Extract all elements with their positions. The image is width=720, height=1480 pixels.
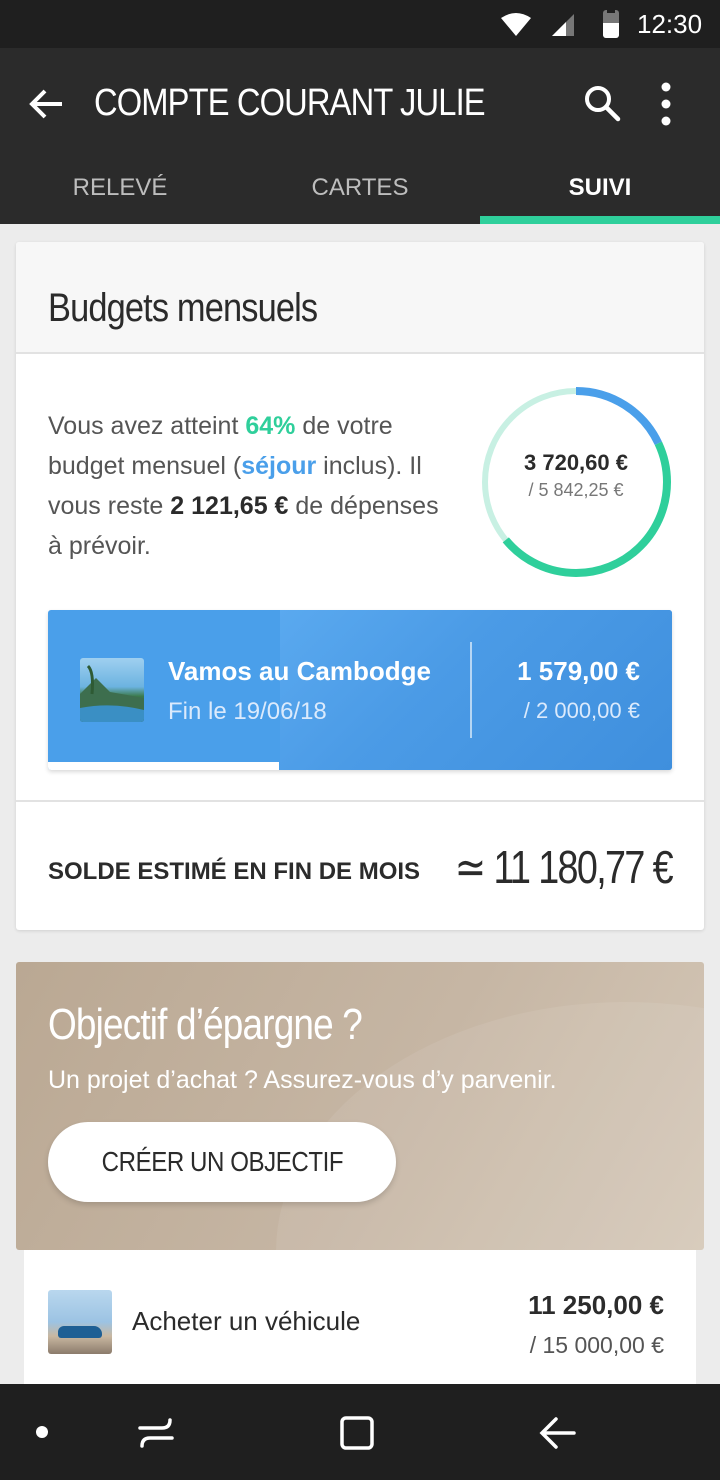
trip-background-image	[280, 610, 672, 770]
ring-label: 3 720,60 € / 5 842,25 €	[478, 450, 674, 501]
search-icon[interactable]	[583, 84, 621, 122]
category-link[interactable]: séjour	[241, 452, 316, 480]
create-goal-label: CRÉER UN OBJECTIF	[101, 1146, 343, 1177]
create-goal-button[interactable]: CRÉER UN OBJECTIF	[48, 1122, 396, 1202]
back-icon[interactable]	[538, 1414, 578, 1452]
trip-progress-bar	[48, 762, 672, 770]
trip-end-date: Fin le 19/06/18	[168, 698, 327, 725]
page-title: COMPTE COURANT JULIE	[94, 82, 486, 124]
savings-goal-promo: Objectif d’épargne ? Un projet d’achat ?…	[16, 962, 704, 1250]
clock: 12:30	[637, 9, 703, 39]
goal-target: / 15 000,00 €	[529, 1332, 664, 1358]
signal-icon	[552, 14, 574, 36]
trip-thumbnail	[80, 658, 144, 722]
tab-releve[interactable]: RELEVÉ	[0, 160, 240, 224]
goal-thumbnail	[48, 1290, 112, 1354]
app-bar: COMPTE COURANT JULIE RELEVÉ CARTES SUIVI	[0, 48, 720, 224]
status-bar: 12:30	[0, 0, 720, 48]
dot-icon[interactable]	[36, 1426, 48, 1438]
summary-text-1: Vous avez atteint	[48, 412, 246, 440]
tab-cartes[interactable]: CARTES	[240, 160, 480, 224]
estimated-balance-label: SOLDE ESTIMÉ EN FIN DE MOIS	[48, 858, 421, 885]
remaining-amount: 2 121,65 €	[170, 492, 289, 520]
trip-budget-banner[interactable]: Vamos au Cambodge Fin le 19/06/18 1 579,…	[48, 610, 672, 770]
budget-card: Budgets mensuels Vous avez atteint 64% d…	[16, 242, 704, 930]
budget-percent: 64%	[245, 412, 296, 440]
trip-divider	[470, 642, 472, 738]
goal-name: Acheter un véhicule	[132, 1306, 361, 1336]
recents-icon[interactable]	[136, 1414, 176, 1452]
budget-card-title: Budgets mensuels	[48, 286, 318, 330]
tab-bar: RELEVÉ CARTES SUIVI	[0, 160, 720, 224]
car-icon	[58, 1326, 102, 1338]
goal-list-item[interactable]: Acheter un véhicule 11 250,00 € / 15 000…	[24, 1250, 696, 1384]
more-vert-icon[interactable]	[656, 82, 676, 126]
promo-title: Objectif d’épargne ?	[48, 1000, 363, 1049]
divider	[16, 800, 704, 802]
trip-progress-fill	[48, 762, 279, 770]
goal-amount: 11 250,00 €	[528, 1290, 664, 1320]
battery-icon	[603, 10, 619, 38]
budget-summary: Vous avez atteint 64% de votre budget me…	[48, 406, 458, 566]
ring-total: / 5 842,25 €	[528, 480, 624, 500]
trip-cap: / 2 000,00 €	[523, 698, 640, 723]
system-nav-bar	[0, 1384, 720, 1480]
budget-card-header: Budgets mensuels	[16, 242, 704, 354]
estimated-balance-value: ≃ 11 180,77 €	[454, 841, 674, 893]
ring-spent: 3 720,60 €	[524, 450, 628, 475]
promo-subtitle: Un projet d’achat ? Assurez-vous d’y par…	[48, 1066, 557, 1094]
trip-name: Vamos au Cambodge	[168, 656, 431, 686]
home-square-icon[interactable]	[338, 1414, 376, 1452]
back-arrow-icon[interactable]	[28, 86, 64, 122]
trip-spent: 1 579,00 €	[517, 656, 640, 686]
tab-suivi[interactable]: SUIVI	[480, 160, 720, 224]
wifi-icon	[501, 13, 531, 36]
